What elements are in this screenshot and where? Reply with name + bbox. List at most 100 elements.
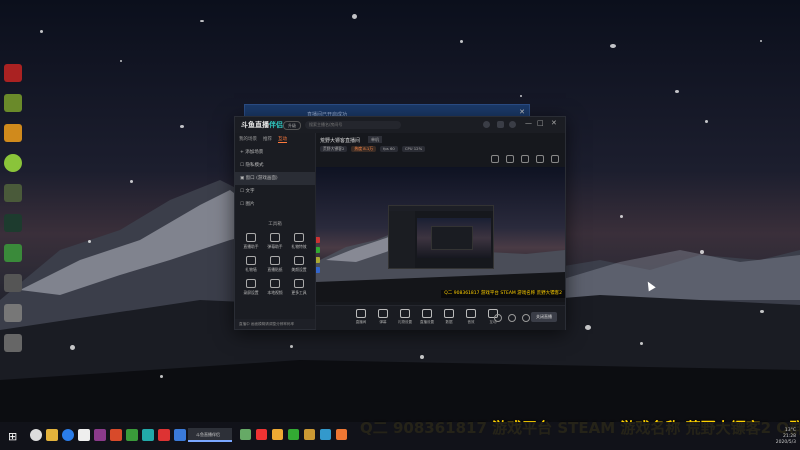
scene-row[interactable]: ☐ 文字 <box>235 185 315 198</box>
share-icon[interactable] <box>551 155 559 163</box>
layout-icon[interactable] <box>521 155 529 163</box>
tool-record[interactable]: 录屏设置 <box>239 279 263 296</box>
stop-live-button[interactable]: 关闭直播 <box>531 312 557 322</box>
folder-icon[interactable] <box>46 429 58 441</box>
desktop-icon[interactable] <box>4 304 22 322</box>
maximize-button[interactable]: □ <box>537 119 544 127</box>
tab-recommended[interactable]: 推荐 <box>263 136 272 143</box>
toolbar-room[interactable]: 直播间 <box>354 309 368 325</box>
app-icon[interactable] <box>272 429 283 440</box>
close-button[interactable]: ✕ <box>551 119 557 127</box>
toolbox-grid: 直播助手 弹幕助手 礼物特效 礼物墙 直播贴纸 美颜设置 录屏设置 本地视频 更… <box>235 227 315 296</box>
scene-row[interactable]: ☐ 隐私模式 <box>235 159 315 172</box>
desktop-icon[interactable] <box>4 94 22 112</box>
overlay-ticker: Q二 908361817 游戏平台 STEAM 游戏名称 荒野大镖客2 <box>441 290 565 298</box>
app-icon[interactable] <box>240 429 251 440</box>
toolbar-danmaku[interactable]: 弹幕 <box>376 309 390 325</box>
app-title-bar: 斗鱼直播伴侣 升级 搜索主播名/房间号 — □ ✕ <box>235 117 565 133</box>
taskbar-active-app[interactable]: 斗鱼直播伴侣 <box>188 428 232 442</box>
app-icon[interactable] <box>256 429 267 440</box>
scene-row[interactable]: ▣ 窗口 (游戏画面) <box>235 172 315 185</box>
wall-icon <box>246 256 256 265</box>
desktop-icon[interactable] <box>4 154 22 172</box>
toolbar-data[interactable]: 数据 <box>442 309 456 325</box>
system-tray[interactable]: 13°C 21:28 2020/5/3 <box>742 428 796 446</box>
stat-chip: 热度 8.1万 <box>351 146 377 152</box>
preview-actions <box>491 155 559 163</box>
gift-icon <box>294 233 304 242</box>
tool-danmaku[interactable]: 弹幕助手 <box>263 233 287 250</box>
stat-chip: CPU 12% <box>401 146 426 152</box>
stats-chips: 荒野大镖客2 热度 8.1万 fps 60 CPU 12% <box>320 146 426 152</box>
app-icon[interactable] <box>158 429 170 441</box>
toolbar-gift-settings[interactable]: 礼物设置 <box>398 309 412 325</box>
tab-interact[interactable]: 互动 <box>278 136 287 143</box>
speaker-icon[interactable] <box>522 314 530 322</box>
desktop-icon[interactable] <box>4 274 22 292</box>
app-icon[interactable] <box>288 429 299 440</box>
app-icon[interactable] <box>110 429 122 441</box>
close-icon[interactable]: ✕ <box>519 108 525 116</box>
taskbar-pinned-apps <box>30 429 186 441</box>
mic-icon[interactable] <box>536 155 544 163</box>
camera-icon[interactable] <box>494 314 502 322</box>
tool-gift-wall[interactable]: 礼物墙 <box>239 256 263 273</box>
desktop-icon[interactable] <box>4 124 22 142</box>
gift-strip <box>316 237 322 277</box>
scene-row[interactable]: + 添加场景 <box>235 146 315 159</box>
app-icon[interactable] <box>142 429 154 441</box>
tool-local-video[interactable]: 本地视频 <box>263 279 287 296</box>
app-icon[interactable] <box>320 429 331 440</box>
scene-tabs: 我的场景 推荐 互动 <box>235 133 315 146</box>
room-title: 荒野大镖客直播间 <box>320 138 361 144</box>
camera-icon[interactable] <box>506 155 514 163</box>
desktop-icon[interactable] <box>4 64 22 82</box>
desktop-icon[interactable] <box>4 334 22 352</box>
message-icon[interactable] <box>497 121 504 128</box>
video-icon <box>270 279 280 288</box>
tray-date: 2020/5/3 <box>775 440 796 445</box>
toolbar-live-settings[interactable]: 直播设置 <box>420 309 434 325</box>
settings-icon <box>422 309 432 318</box>
search-icon[interactable] <box>30 429 42 441</box>
more-icon <box>294 279 304 288</box>
app-icon[interactable] <box>304 429 315 440</box>
upgrade-pill[interactable]: 升级 <box>283 121 301 130</box>
app-icon[interactable] <box>336 429 347 440</box>
tool-gift-effect[interactable]: 礼物特效 <box>287 233 311 250</box>
scene-panel: 我的场景 推荐 互动 + 添加场景 ☐ 隐私模式 ▣ 窗口 (游戏画面) ☐ 文… <box>235 133 316 329</box>
desktop-icon[interactable] <box>4 244 22 262</box>
search-input[interactable]: 搜索主播名/房间号 <box>305 121 401 129</box>
app-icon[interactable] <box>78 429 90 441</box>
record-icon <box>246 279 256 288</box>
stream-preview[interactable]: Q二 908361817 游戏平台 STEAM 游戏名称 荒野大镖客2 <box>316 167 565 302</box>
taskbar: ⊞ 斗鱼直播伴侣 13°C 21:28 2020/5/3 <box>0 422 800 450</box>
desktop-icon[interactable] <box>4 214 22 232</box>
browser-icon[interactable] <box>62 429 74 441</box>
avatar[interactable] <box>483 121 490 128</box>
tool-more[interactable]: 更多工具 <box>287 279 311 296</box>
desktop-icon[interactable] <box>4 184 22 202</box>
stat-chip: 荒野大镖客2 <box>320 146 348 152</box>
scene-row[interactable]: ☐ 图片 <box>235 198 315 211</box>
room-category-tag[interactable]: 单机 <box>368 136 382 143</box>
tab-my-scenes[interactable]: 我的场景 <box>239 136 257 143</box>
toolbar-sound[interactable]: 音效 <box>464 309 478 325</box>
app-icon[interactable] <box>126 429 138 441</box>
settings-icon[interactable] <box>509 121 516 128</box>
chat-icon <box>270 233 280 242</box>
start-button[interactable]: ⊞ <box>8 430 17 443</box>
tool-beauty[interactable]: 美颜设置 <box>287 256 311 273</box>
app-icon[interactable] <box>94 429 106 441</box>
app-icon[interactable] <box>174 429 186 441</box>
fullscreen-icon[interactable] <box>491 155 499 163</box>
mic-icon[interactable] <box>508 314 516 322</box>
tool-sticker[interactable]: 直播贴纸 <box>263 256 287 273</box>
streaming-app-window: 斗鱼直播伴侣 升级 搜索主播名/房间号 — □ ✕ 我的场景 推荐 互动 + 添… <box>234 116 566 330</box>
tool-live-assistant[interactable]: 直播助手 <box>239 233 263 250</box>
nested-preview-window <box>388 205 494 269</box>
minimize-button[interactable]: — <box>525 119 532 127</box>
room-icon <box>356 309 366 318</box>
danmaku-icon <box>378 309 388 318</box>
stream-main-area: 荒野大镖客直播间 单机 荒野大镖客2 热度 8.1万 fps 60 CPU 12… <box>316 133 565 330</box>
